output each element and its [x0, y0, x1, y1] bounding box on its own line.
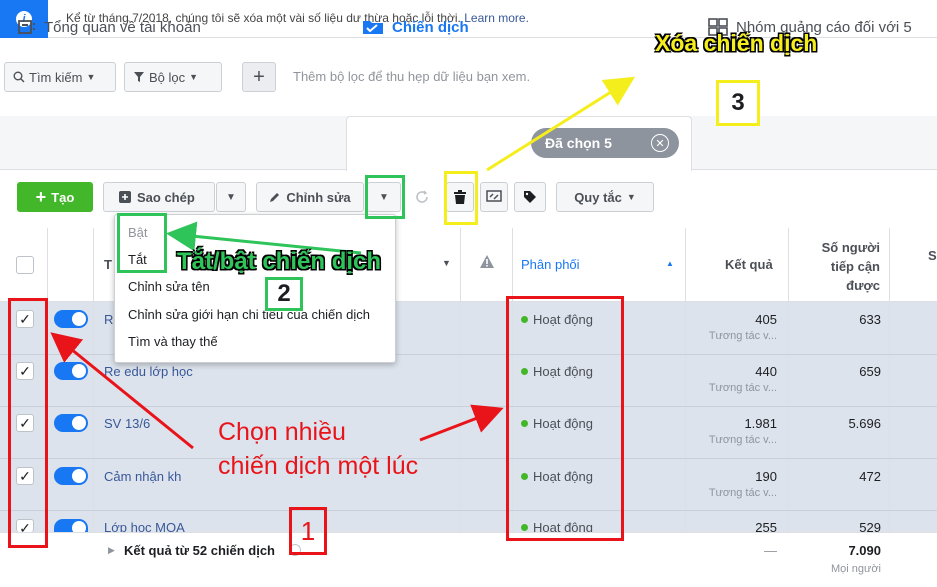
status-highlight	[506, 296, 624, 541]
checkbox-highlight	[8, 298, 48, 548]
arrow-to-status	[419, 404, 504, 442]
step-3-label: 3	[716, 80, 760, 126]
delete-highlight	[444, 171, 478, 225]
on-off-highlight	[117, 213, 167, 273]
multi-select-text-line2: chiến dịch một lúc	[218, 452, 419, 480]
delete-annotation-text: Xóa chiến dịch	[655, 30, 818, 56]
edit-dropdown-highlight	[365, 175, 405, 219]
toggle-annotation-text: Tắt/bật chiến dịch	[177, 248, 382, 275]
step-1-label: 1	[289, 507, 327, 555]
step-2-label: 2	[265, 277, 303, 311]
arrow-to-delete-title	[486, 76, 636, 172]
annotation-arrows	[50, 76, 636, 450]
multi-select-text-line1: Chọn nhiều	[218, 418, 346, 446]
arrow-to-checkboxes	[50, 332, 194, 450]
